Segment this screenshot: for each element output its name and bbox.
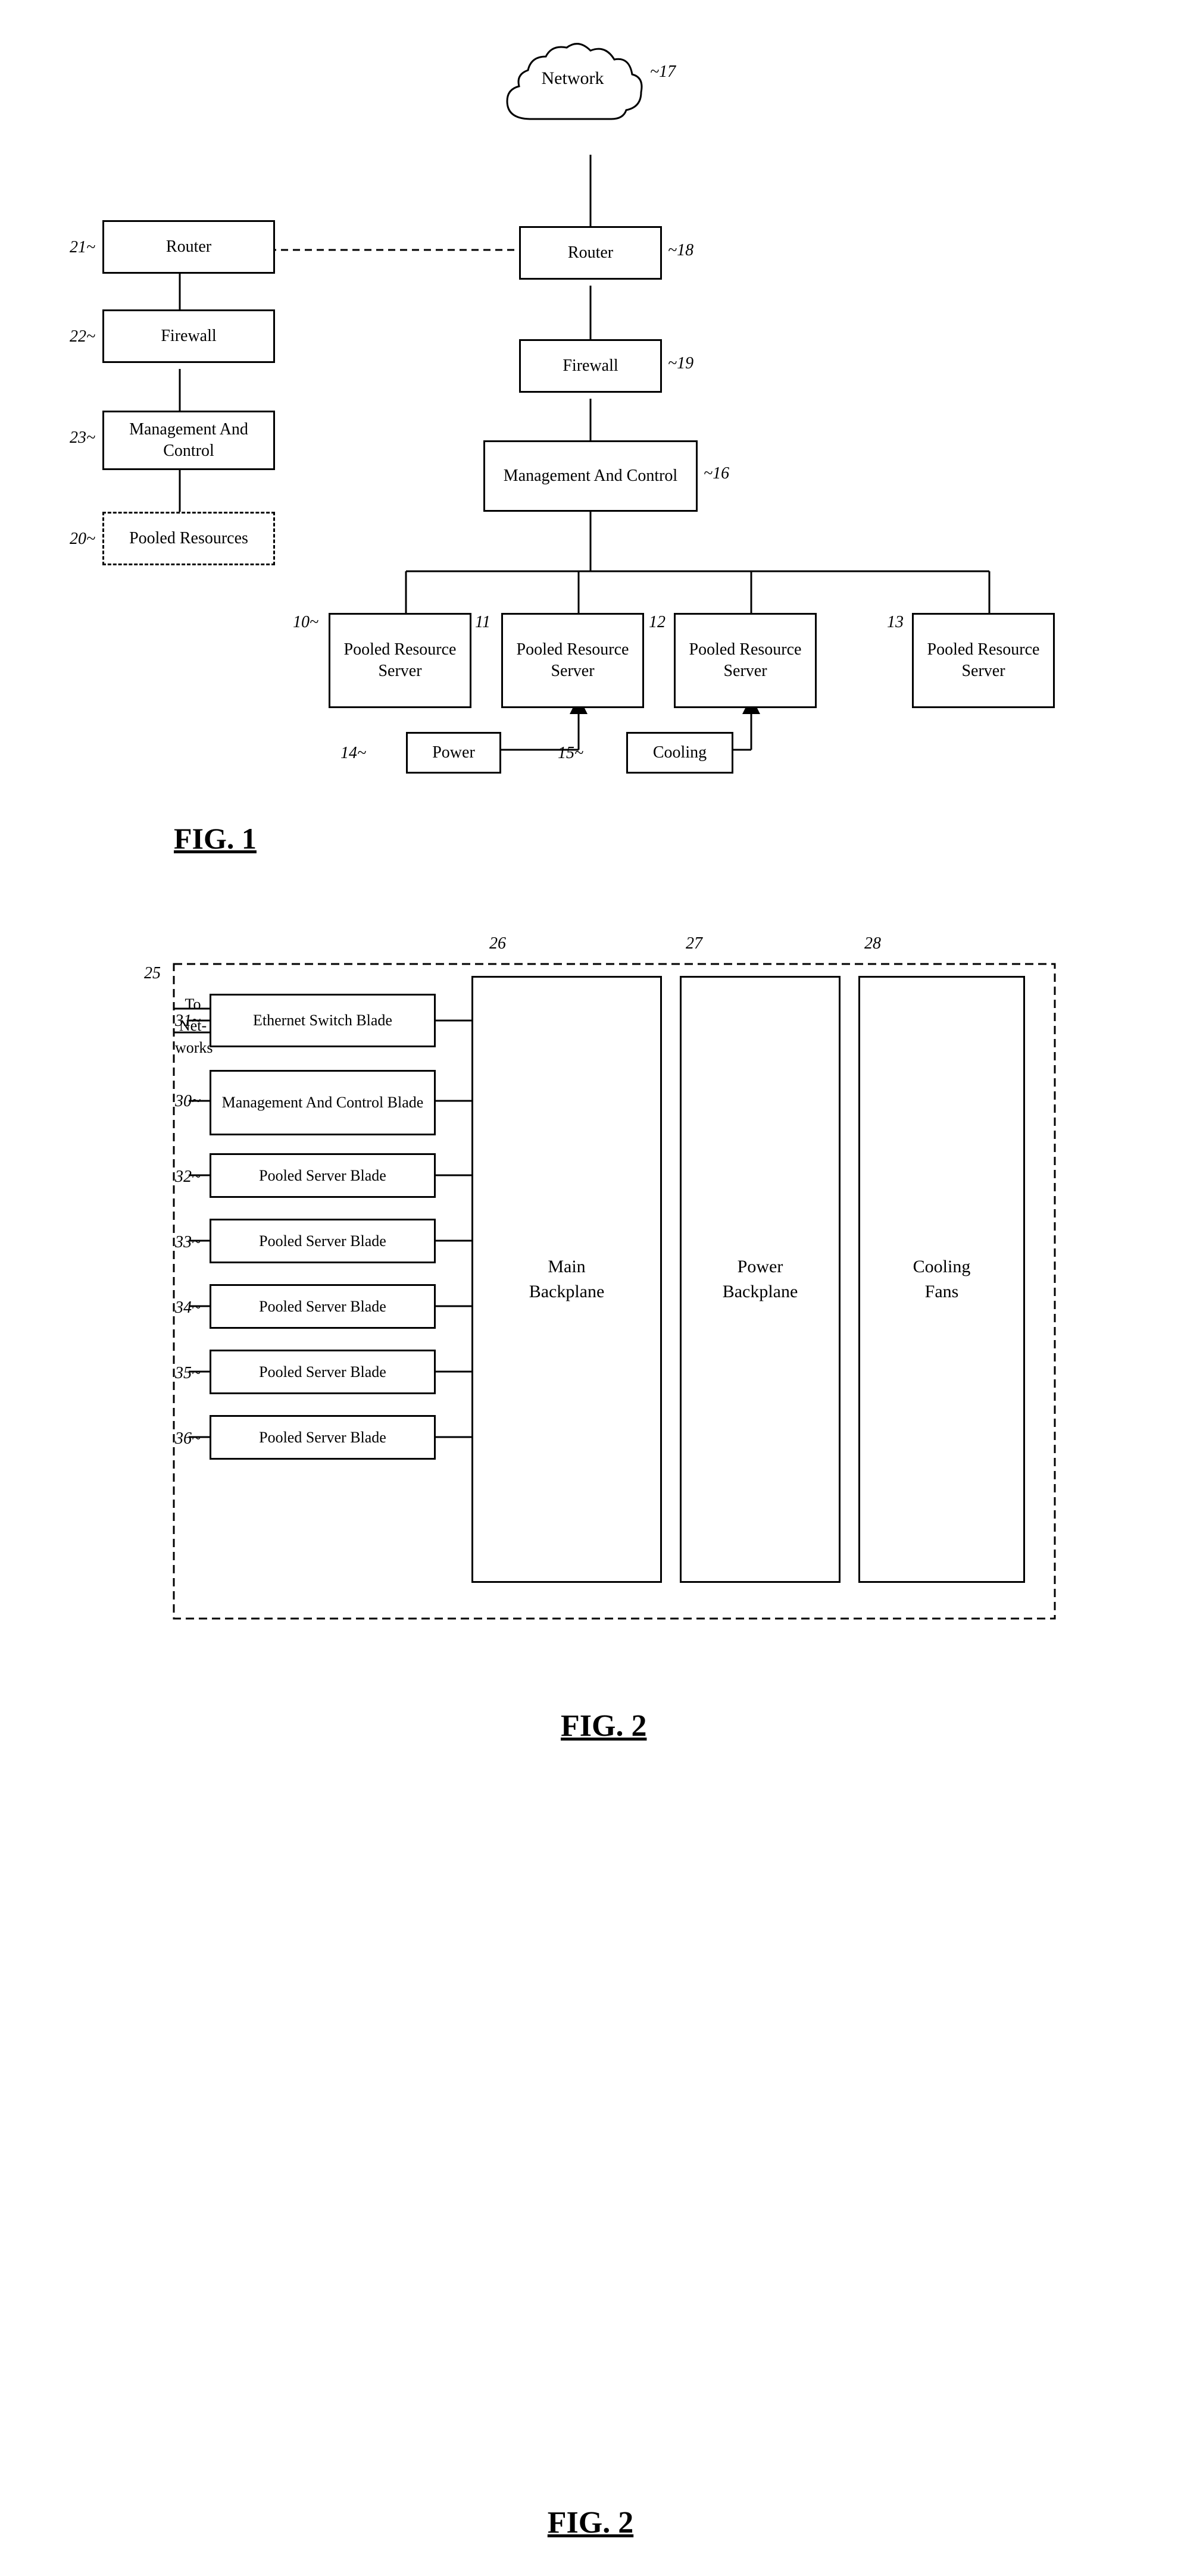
server-blade-32-box: Pooled Server Blade [210,1153,436,1198]
cooling-fans-label: CoolingFans [913,1254,971,1304]
firewall-right-num: ~19 [668,354,693,373]
fig2-title-below: FIG. 2 [48,2505,1133,2540]
mgmt-right-box: Management And Control [483,440,698,512]
mgmt-left-num: 23~ [70,428,95,447]
blade-num-35: 35~ [175,1364,201,1383]
firewall-left-num: 22~ [70,327,95,346]
backplane-num-27: 27 [686,934,702,953]
firewall-left-box: Firewall [102,309,275,363]
server12-num: 12 [649,613,666,632]
mgmt-right-num: ~16 [704,464,729,483]
server-blade-35-box: Pooled Server Blade [210,1350,436,1394]
ethernet-switch-blade-label: Ethernet Switch Blade [253,1010,392,1031]
server11-label: Pooled Resource Server [508,639,638,683]
fig1-diagram: Network ~17 Router 21~ Firewall 22~ Mana… [55,36,1126,869]
network-cloud: Network [495,42,650,140]
mgmt-blade-label: Management And Control Blade [222,1093,424,1113]
blade-num-31: 31~ [175,1012,201,1031]
fig2-diagram: 25 26 27 28 To Net­works Ethernet Switch… [85,916,1096,1690]
mgmt-left-label: Management And Control [109,419,268,462]
server13-box: Pooled Resource Server [912,613,1055,708]
main-backplane-label: MainBackplane [529,1254,605,1304]
network-num: ~17 [650,62,676,82]
ethernet-switch-blade-box: Ethernet Switch Blade [210,994,436,1047]
server-blade-35-label: Pooled Server Blade [259,1362,386,1382]
server10-label: Pooled Resource Server [335,639,465,683]
router-right-label: Router [568,242,613,264]
server10-box: Pooled Resource Server [329,613,471,708]
server-blade-33-label: Pooled Server Blade [259,1231,386,1251]
router-right-num: ~18 [668,241,693,260]
server11-box: Pooled Resource Server [501,613,644,708]
firewall-right-box: Firewall [519,339,662,393]
server13-label: Pooled Resource Server [918,639,1048,683]
firewall-right-label: Firewall [563,355,618,377]
server13-num: 13 [887,613,904,632]
main-backplane-box: MainBackplane [471,976,662,1583]
server11-num: 11 [475,613,490,632]
cooling-label: Cooling [653,742,707,763]
server-blade-32-label: Pooled Server Blade [259,1166,386,1186]
power-box: Power [406,732,501,774]
fig2-title: FIG. 2 [561,1708,646,1744]
router-left-num: 21~ [70,238,95,257]
blade-num-30: 30~ [175,1092,201,1111]
server12-label: Pooled Resource Server [680,639,810,683]
cooling-num: 15~ [558,744,583,763]
router-left-label: Router [166,236,211,258]
cooling-fans-box: CoolingFans [858,976,1025,1583]
pooled-left-box: Pooled Resources [102,512,275,565]
server-blade-33-box: Pooled Server Blade [210,1219,436,1263]
router-right-box: Router [519,226,662,280]
blade-num-32: 32~ [175,1168,201,1187]
mgmt-right-label: Management And Control [504,465,677,487]
blade-num-33: 33~ [175,1233,201,1252]
firewall-left-label: Firewall [161,325,216,347]
backplane-num-26: 26 [489,934,506,953]
fig2-outer-num: 25 [144,964,161,983]
power-label: Power [432,742,475,763]
pooled-left-num: 20~ [70,530,95,549]
power-backplane-label: PowerBackplane [723,1254,798,1304]
mgmt-blade-box: Management And Control Blade [210,1070,436,1135]
fig1-title: FIG. 1 [174,821,257,856]
server-blade-36-box: Pooled Server Blade [210,1415,436,1460]
server-blade-36-label: Pooled Server Blade [259,1428,386,1448]
page: Network ~17 Router 21~ Firewall 22~ Mana… [0,0,1181,2576]
router-left-box: Router [102,220,275,274]
mgmt-left-box: Management And Control [102,411,275,470]
blade-num-34: 34~ [175,1298,201,1317]
blade-num-36: 36~ [175,1429,201,1448]
cooling-box: Cooling [626,732,733,774]
server-blade-34-label: Pooled Server Blade [259,1297,386,1317]
server12-box: Pooled Resource Server [674,613,817,708]
cloud-svg [495,42,650,137]
network-label: Network [542,68,604,89]
backplane-num-28: 28 [864,934,881,953]
server-blade-34-box: Pooled Server Blade [210,1284,436,1329]
pooled-left-label: Pooled Resources [129,528,248,549]
power-backplane-box: PowerBackplane [680,976,841,1583]
power-num: 14~ [340,744,366,763]
server10-num: 10~ [293,613,318,632]
